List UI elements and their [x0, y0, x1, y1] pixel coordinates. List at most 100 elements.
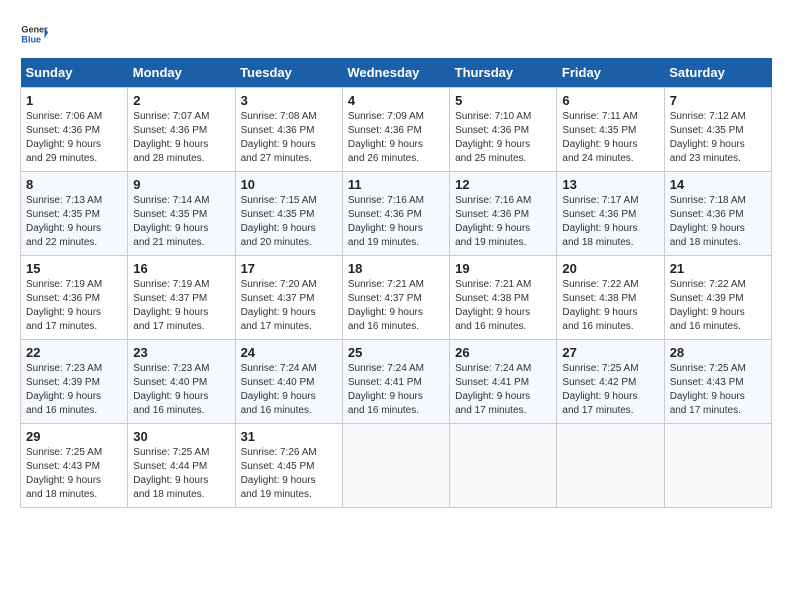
calendar-cell: 10Sunrise: 7:15 AM Sunset: 4:35 PM Dayli…: [235, 172, 342, 256]
day-info: Sunrise: 7:07 AM Sunset: 4:36 PM Dayligh…: [133, 110, 229, 166]
day-info: Sunrise: 7:22 AM Sunset: 4:38 PM Dayligh…: [562, 278, 658, 334]
calendar-cell: 5 Sunrise: 7:10 AM Sunset: 4:36 PM Daylig…: [450, 88, 557, 172]
day-number: 31: [241, 429, 337, 444]
calendar-cell: 15 Sunrise: 7:19 AM Sunset: 4:36 PM Dayli…: [21, 256, 128, 340]
day-header-friday: Friday: [557, 58, 664, 88]
calendar-week-1: 1 Sunrise: 7:06 AM Sunset: 4:36 PM Daylig…: [21, 88, 772, 172]
day-info: Sunrise: 7:23 AM Sunset: 4:40 PM Dayligh…: [133, 362, 229, 418]
calendar-week-4: 22 Sunrise: 7:23 AM Sunset: 4:39 PM Dayli…: [21, 340, 772, 424]
calendar-cell: 1 Sunrise: 7:06 AM Sunset: 4:36 PM Daylig…: [21, 88, 128, 172]
calendar-cell: 27 Sunrise: 7:25 AM Sunset: 4:42 PM Dayli…: [557, 340, 664, 424]
day-number: 23: [133, 345, 229, 360]
calendar-cell: 11 Sunrise: 7:16 AM Sunset: 4:36 PM Dayli…: [342, 172, 449, 256]
day-number: 2: [133, 93, 229, 108]
day-info: Sunrise: 7:13 AM Sunset: 4:35 PM Dayligh…: [26, 194, 122, 250]
calendar-cell: 31 Sunrise: 7:26 AM Sunset: 4:45 PM Dayli…: [235, 424, 342, 508]
day-info: Sunrise: 7:16 AM Sunset: 4:36 PM Dayligh…: [348, 194, 444, 250]
day-header-saturday: Saturday: [664, 58, 771, 88]
logo: General Blue: [20, 20, 48, 48]
day-info: Sunrise: 7:21 AM Sunset: 4:38 PM Dayligh…: [455, 278, 551, 334]
calendar-cell: 18 Sunrise: 7:21 AM Sunset: 4:37 PM Dayli…: [342, 256, 449, 340]
calendar-cell: 12Sunrise: 7:16 AM Sunset: 4:36 PM Dayli…: [450, 172, 557, 256]
day-number: 30: [133, 429, 229, 444]
day-number: 16: [133, 261, 229, 276]
calendar-cell: 23 Sunrise: 7:23 AM Sunset: 4:40 PM Dayli…: [128, 340, 235, 424]
day-number: 18: [348, 261, 444, 276]
day-info: Sunrise: 7:19 AM Sunset: 4:36 PM Dayligh…: [26, 278, 122, 334]
calendar-cell: 29Sunrise: 7:25 AM Sunset: 4:43 PM Dayli…: [21, 424, 128, 508]
calendar-cell: 24 Sunrise: 7:24 AM Sunset: 4:40 PM Dayli…: [235, 340, 342, 424]
calendar-cell: [450, 424, 557, 508]
calendar-cell: 26 Sunrise: 7:24 AM Sunset: 4:41 PM Dayli…: [450, 340, 557, 424]
day-info: Sunrise: 7:19 AM Sunset: 4:37 PM Dayligh…: [133, 278, 229, 334]
day-header-sunday: Sunday: [21, 58, 128, 88]
day-info: Sunrise: 7:21 AM Sunset: 4:37 PM Dayligh…: [348, 278, 444, 334]
day-info: Sunrise: 7:25 AM Sunset: 4:42 PM Dayligh…: [562, 362, 658, 418]
day-number: 15: [26, 261, 122, 276]
calendar-week-5: 29Sunrise: 7:25 AM Sunset: 4:43 PM Dayli…: [21, 424, 772, 508]
calendar-cell: [557, 424, 664, 508]
day-info: Sunrise: 7:11 AM Sunset: 4:35 PM Dayligh…: [562, 110, 658, 166]
day-number: 13: [562, 177, 658, 192]
day-number: 19: [455, 261, 551, 276]
calendar-cell: 25 Sunrise: 7:24 AM Sunset: 4:41 PM Dayli…: [342, 340, 449, 424]
day-info: Sunrise: 7:17 AM Sunset: 4:36 PM Dayligh…: [562, 194, 658, 250]
calendar-cell: 13 Sunrise: 7:17 AM Sunset: 4:36 PM Dayli…: [557, 172, 664, 256]
day-number: 17: [241, 261, 337, 276]
day-number: 4: [348, 93, 444, 108]
calendar-cell: [342, 424, 449, 508]
day-info: Sunrise: 7:06 AM Sunset: 4:36 PM Dayligh…: [26, 110, 122, 166]
calendar-cell: 17 Sunrise: 7:20 AM Sunset: 4:37 PM Dayli…: [235, 256, 342, 340]
calendar-cell: 2 Sunrise: 7:07 AM Sunset: 4:36 PM Daylig…: [128, 88, 235, 172]
day-info: Sunrise: 7:09 AM Sunset: 4:36 PM Dayligh…: [348, 110, 444, 166]
day-number: 28: [670, 345, 766, 360]
calendar-cell: 22 Sunrise: 7:23 AM Sunset: 4:39 PM Dayli…: [21, 340, 128, 424]
day-number: 26: [455, 345, 551, 360]
svg-text:Blue: Blue: [21, 34, 41, 44]
calendar-cell: 14Sunrise: 7:18 AM Sunset: 4:36 PM Dayli…: [664, 172, 771, 256]
day-number: 11: [348, 177, 444, 192]
day-number: 10: [241, 177, 337, 192]
day-info: Sunrise: 7:12 AM Sunset: 4:35 PM Dayligh…: [670, 110, 766, 166]
calendar-week-2: 8 Sunrise: 7:13 AM Sunset: 4:35 PM Daylig…: [21, 172, 772, 256]
day-header-tuesday: Tuesday: [235, 58, 342, 88]
day-number: 6: [562, 93, 658, 108]
calendar-cell: 16 Sunrise: 7:19 AM Sunset: 4:37 PM Dayli…: [128, 256, 235, 340]
day-info: Sunrise: 7:25 AM Sunset: 4:44 PM Dayligh…: [133, 446, 229, 502]
day-number: 9: [133, 177, 229, 192]
calendar-cell: 6 Sunrise: 7:11 AM Sunset: 4:35 PM Daylig…: [557, 88, 664, 172]
day-info: Sunrise: 7:26 AM Sunset: 4:45 PM Dayligh…: [241, 446, 337, 502]
day-header-wednesday: Wednesday: [342, 58, 449, 88]
day-header-thursday: Thursday: [450, 58, 557, 88]
calendar-cell: 7Sunrise: 7:12 AM Sunset: 4:35 PM Daylig…: [664, 88, 771, 172]
calendar-cell: 19 Sunrise: 7:21 AM Sunset: 4:38 PM Dayli…: [450, 256, 557, 340]
day-info: Sunrise: 7:24 AM Sunset: 4:41 PM Dayligh…: [455, 362, 551, 418]
day-number: 3: [241, 93, 337, 108]
calendar-cell: 3 Sunrise: 7:08 AM Sunset: 4:36 PM Daylig…: [235, 88, 342, 172]
day-info: Sunrise: 7:23 AM Sunset: 4:39 PM Dayligh…: [26, 362, 122, 418]
day-number: 29: [26, 429, 122, 444]
calendar-week-3: 15 Sunrise: 7:19 AM Sunset: 4:36 PM Dayli…: [21, 256, 772, 340]
calendar-cell: 30 Sunrise: 7:25 AM Sunset: 4:44 PM Dayli…: [128, 424, 235, 508]
day-info: Sunrise: 7:24 AM Sunset: 4:41 PM Dayligh…: [348, 362, 444, 418]
day-number: 12: [455, 177, 551, 192]
day-number: 22: [26, 345, 122, 360]
day-info: Sunrise: 7:25 AM Sunset: 4:43 PM Dayligh…: [670, 362, 766, 418]
day-number: 5: [455, 93, 551, 108]
calendar-cell: 4 Sunrise: 7:09 AM Sunset: 4:36 PM Daylig…: [342, 88, 449, 172]
page-header: General Blue: [20, 20, 772, 48]
day-number: 27: [562, 345, 658, 360]
day-header-monday: Monday: [128, 58, 235, 88]
calendar-table: SundayMondayTuesdayWednesdayThursdayFrid…: [20, 58, 772, 508]
day-info: Sunrise: 7:08 AM Sunset: 4:36 PM Dayligh…: [241, 110, 337, 166]
day-number: 8: [26, 177, 122, 192]
day-number: 24: [241, 345, 337, 360]
calendar-cell: 21Sunrise: 7:22 AM Sunset: 4:39 PM Dayli…: [664, 256, 771, 340]
day-number: 20: [562, 261, 658, 276]
day-info: Sunrise: 7:20 AM Sunset: 4:37 PM Dayligh…: [241, 278, 337, 334]
day-number: 25: [348, 345, 444, 360]
day-info: Sunrise: 7:24 AM Sunset: 4:40 PM Dayligh…: [241, 362, 337, 418]
day-info: Sunrise: 7:10 AM Sunset: 4:36 PM Dayligh…: [455, 110, 551, 166]
day-number: 1: [26, 93, 122, 108]
calendar-cell: 8 Sunrise: 7:13 AM Sunset: 4:35 PM Daylig…: [21, 172, 128, 256]
